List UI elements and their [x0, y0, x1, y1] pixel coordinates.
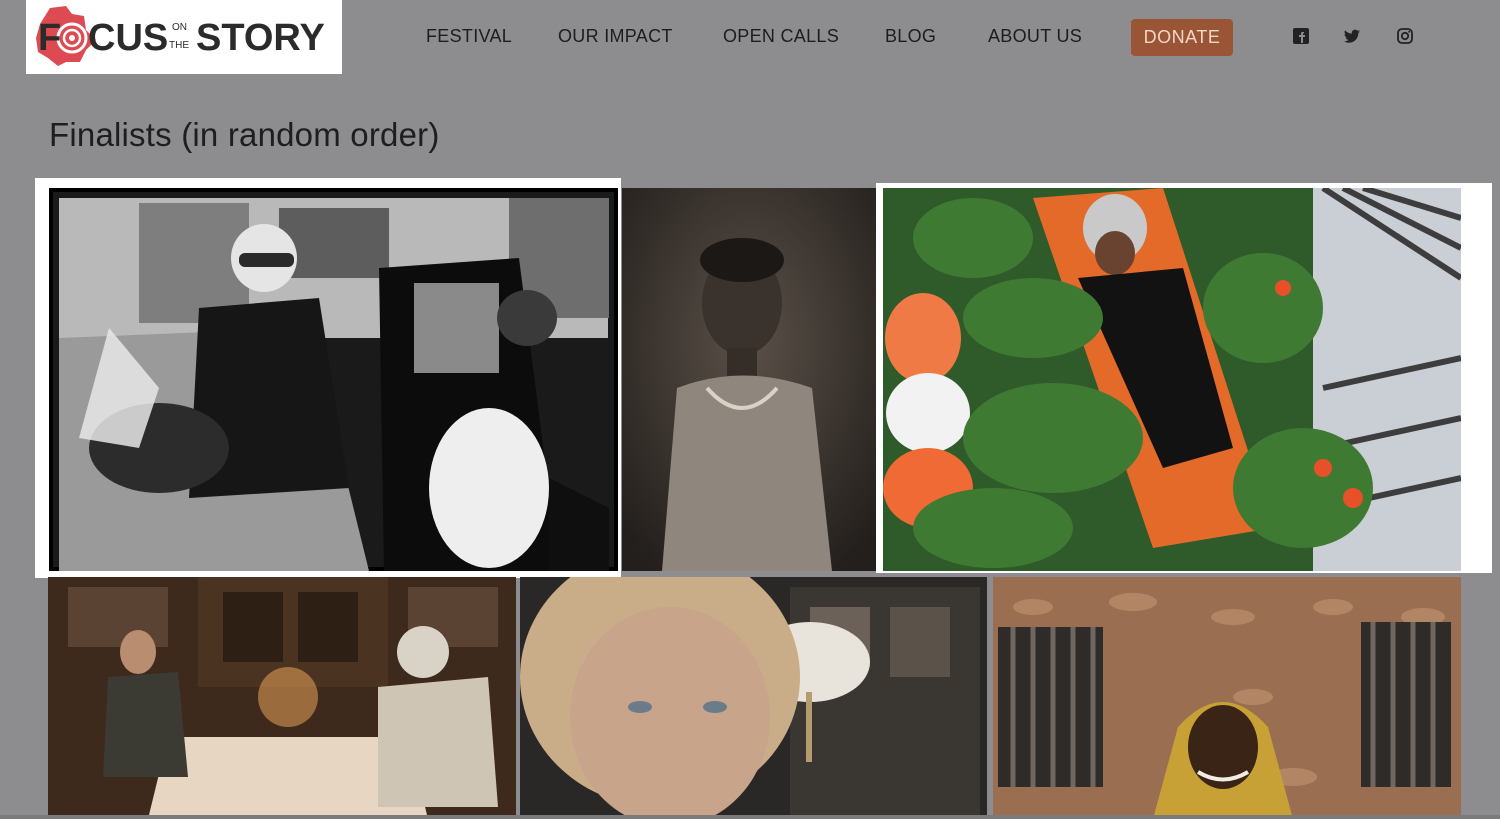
- gallery-photo-girl-headscarf[interactable]: [993, 577, 1461, 819]
- photo-image: [49, 188, 618, 571]
- gallery-photo-elderly-couple-dinner[interactable]: [48, 577, 516, 819]
- photo-image: [520, 577, 987, 819]
- donate-button[interactable]: DONATE: [1131, 19, 1233, 56]
- photo-image: [993, 577, 1461, 819]
- horizontal-scrollbar[interactable]: [0, 815, 1500, 819]
- gallery-photo-child-portrait[interactable]: [622, 188, 877, 571]
- nav-open-calls[interactable]: OPEN CALLS: [723, 26, 839, 47]
- gallery-photo-elderly-woman-portrait[interactable]: [520, 577, 987, 819]
- gallery-photo-motorcyclist-wedding[interactable]: [49, 188, 618, 571]
- nav-blog[interactable]: BLOG: [885, 26, 936, 47]
- nav-our-impact[interactable]: OUR IMPACT: [558, 26, 673, 47]
- photo-image: [883, 188, 1461, 571]
- twitter-icon[interactable]: [1343, 27, 1361, 45]
- main-nav: FESTIVAL OUR IMPACT OPEN CALLS BLOG ABOU…: [0, 0, 1500, 74]
- gallery-photo-woman-on-lounger[interactable]: [883, 188, 1461, 571]
- nav-about-us[interactable]: ABOUT US: [988, 26, 1082, 47]
- instagram-icon[interactable]: [1396, 27, 1414, 45]
- photo-image: [622, 188, 877, 571]
- page-title: Finalists (in random order): [49, 116, 440, 153]
- photo-image: [48, 577, 516, 819]
- facebook-icon[interactable]: [1292, 27, 1310, 45]
- nav-festival[interactable]: FESTIVAL: [426, 26, 512, 47]
